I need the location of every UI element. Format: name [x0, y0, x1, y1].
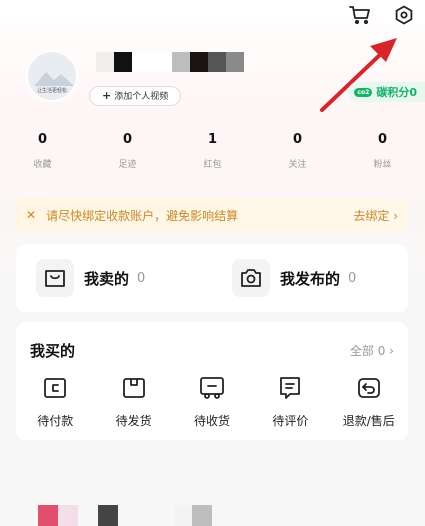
- stat-value: 0: [37, 132, 48, 147]
- camera-icon: [232, 259, 270, 297]
- comment-icon: [251, 374, 329, 402]
- my-orders-title: 我买的: [30, 342, 76, 360]
- avatar[interactable]: 让生活更轻松: [26, 50, 78, 102]
- order-status-label: 待收货: [193, 414, 230, 428]
- stat-favorites[interactable]: 0 收藏: [0, 132, 85, 170]
- close-icon[interactable]: ✕: [26, 208, 36, 222]
- order-refund-aftersale[interactable]: 退款/售后: [330, 374, 408, 429]
- stat-label: 收藏: [33, 160, 52, 170]
- stat-following[interactable]: 0 关注: [255, 132, 340, 170]
- stat-redpacket[interactable]: 1 红包: [170, 132, 255, 170]
- my-sold-count: 0: [137, 270, 146, 286]
- sell-card: 我卖的 0 我发布的 0: [16, 244, 408, 312]
- order-status-row: 待付款 待发货 待收货 待评价 退款/售后: [16, 374, 408, 429]
- order-status-label: 待付款: [37, 414, 74, 428]
- notice-text: 请尽快绑定收款账户，避免影响结算: [46, 208, 239, 223]
- order-status-label: 待发货: [115, 414, 152, 428]
- my-sold-label: 我卖的: [84, 269, 130, 288]
- stats-row: 0 收藏 0 足迹 1 红包 0 关注 0 粉丝: [0, 132, 425, 170]
- stat-label: 红包: [203, 160, 222, 170]
- bind-account-notice: ✕ 请尽快绑定收款账户，避免影响结算 去绑定 ›: [16, 198, 408, 232]
- stat-value: 0: [292, 132, 303, 147]
- carbon-points-label: 碳积分0: [376, 86, 417, 99]
- mountain-icon: [34, 72, 74, 86]
- bottom-content-pixelated: [38, 505, 212, 526]
- add-video-button[interactable]: + 添加个人视频: [89, 86, 182, 106]
- order-pending-shipment[interactable]: 待发货: [94, 374, 172, 429]
- stat-label: 足迹: [118, 160, 137, 170]
- my-posted-label: 我发布的: [280, 269, 341, 288]
- truck-icon: [173, 374, 251, 402]
- shop-bag-icon: [36, 259, 74, 297]
- top-bar: [349, 4, 415, 26]
- my-posted-count: 0: [348, 270, 357, 286]
- stat-value: 0: [377, 132, 388, 147]
- return-icon: [330, 374, 408, 402]
- bind-now-link[interactable]: 去绑定 ›: [353, 207, 398, 224]
- avatar-caption: 让生活更轻松: [36, 88, 67, 94]
- stat-footprints[interactable]: 0 足迹: [85, 132, 170, 170]
- profile-section: 让生活更轻松 + 添加个人视频 co2 碳积分0: [26, 50, 425, 110]
- add-video-label: 添加个人视频: [114, 92, 169, 102]
- username-pixelated: [96, 52, 244, 72]
- cart-icon[interactable]: [349, 4, 371, 26]
- package-icon: [94, 374, 172, 402]
- my-sold-entry[interactable]: 我卖的 0: [16, 244, 212, 312]
- my-orders-card: 我买的 全部 0 › 待付款 待发货 待收货 待评价 退款/售后: [16, 322, 408, 440]
- all-orders-link[interactable]: 全部 0 ›: [350, 342, 394, 359]
- stat-label: 粉丝: [373, 160, 392, 170]
- order-pending-payment[interactable]: 待付款: [16, 374, 94, 429]
- order-status-label: 待评价: [272, 414, 309, 428]
- plus-icon: +: [102, 89, 112, 102]
- stat-value: 1: [207, 132, 218, 147]
- wallet-icon: [16, 374, 94, 402]
- carbon-points-badge[interactable]: co2 碳积分0: [348, 82, 425, 102]
- order-pending-receipt[interactable]: 待收货: [173, 374, 251, 429]
- stat-fans[interactable]: 0 粉丝: [340, 132, 425, 170]
- settings-icon[interactable]: [393, 4, 415, 26]
- co2-icon: co2: [354, 87, 373, 97]
- order-pending-review[interactable]: 待评价: [251, 374, 329, 429]
- stat-value: 0: [122, 132, 133, 147]
- order-status-label: 退款/售后: [342, 414, 395, 428]
- stat-label: 关注: [288, 160, 307, 170]
- my-posted-entry[interactable]: 我发布的 0: [212, 244, 408, 312]
